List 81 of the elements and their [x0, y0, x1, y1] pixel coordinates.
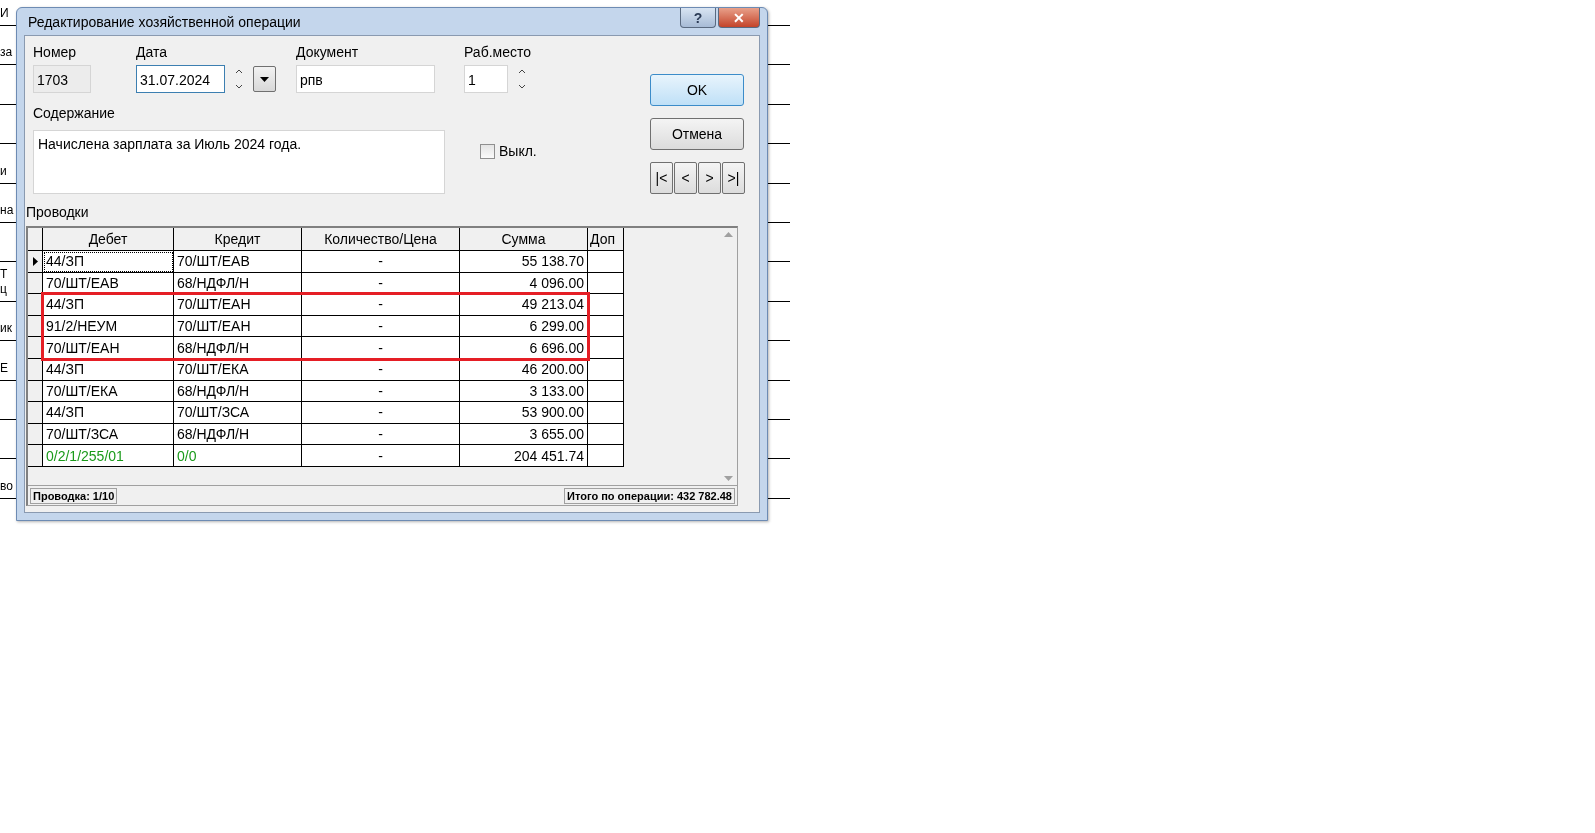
navigation-button[interactable]: |< [650, 162, 673, 194]
table-cell: 44/ЗП [43, 402, 174, 424]
table-cell: - [302, 337, 460, 359]
column-header[interactable]: Доп [588, 228, 624, 251]
navigation-button[interactable]: >| [722, 162, 745, 194]
table-cell: 55 138.70 [460, 251, 588, 273]
document-text: во [0, 478, 13, 494]
table-cell: 70/ШТ/ЗСА [43, 423, 174, 446]
column-header[interactable]: Количество/Цена [302, 228, 460, 251]
window-title: Редактирование хозяйственной операции [27, 13, 301, 30]
document-text: Е [0, 360, 8, 376]
row-indicator[interactable] [28, 423, 43, 446]
table-cell [588, 251, 624, 273]
table-cell: 53 900.00 [460, 402, 588, 424]
row-indicator[interactable] [28, 251, 43, 273]
table-cell: 44/ЗП [43, 251, 174, 273]
row-indicator[interactable] [28, 402, 43, 424]
document-field[interactable]: рпв [296, 65, 435, 93]
table-cell: - [302, 402, 460, 424]
table-cell [588, 380, 624, 403]
table-cell: - [302, 294, 460, 316]
table-cell [588, 294, 624, 316]
table-cell: - [302, 315, 460, 338]
table-cell [588, 445, 624, 467]
row-indicator[interactable] [28, 445, 43, 467]
table-cell: 3 133.00 [460, 380, 588, 403]
workplace-field[interactable]: 1 [464, 65, 508, 93]
content-field[interactable]: Начислена зарплата за Июль 2024 года. [33, 130, 445, 194]
table-cell: 70/ШТ/ЕАН [174, 315, 302, 338]
table-cell [588, 272, 624, 295]
table-cell: 70/ШТ/ЗСА [174, 402, 302, 424]
table-cell: 68/НДФЛ/Н [174, 337, 302, 359]
table-cell: 6 696.00 [460, 337, 588, 359]
navigation-button[interactable]: > [698, 162, 721, 194]
table-cell: - [302, 423, 460, 446]
table-cell: 70/ШТ/ЕАН [43, 337, 174, 359]
date-field[interactable]: 31.07.2024 [136, 65, 225, 93]
column-header[interactable]: Кредит [174, 228, 302, 251]
field-label: Содержание [33, 105, 116, 122]
document-text: ц [0, 281, 7, 297]
table-cell: 70/ШТ/ЕАВ [174, 251, 302, 273]
table-cell: - [302, 251, 460, 273]
caret-icon [260, 76, 269, 82]
help-button[interactable]: ? [680, 8, 716, 28]
table-cell: 68/НДФЛ/Н [174, 423, 302, 446]
table-cell: 70/ШТ/ЕКА [43, 380, 174, 403]
row-indicator[interactable] [28, 380, 43, 403]
field-label: Раб.место [464, 44, 533, 61]
dropdown-button[interactable] [253, 66, 276, 92]
table-cell: 3 655.00 [460, 423, 588, 446]
table-cell: 68/НДФЛ/Н [174, 380, 302, 403]
field-label: Дата [136, 44, 168, 61]
cancel-button[interactable]: Отмена [650, 118, 744, 150]
column-header[interactable]: Сумма [460, 228, 588, 251]
table-cell [588, 337, 624, 359]
table-cell: 6 299.00 [460, 315, 588, 338]
table-cell [588, 423, 624, 446]
table-cell: 70/ШТ/ЕАН [174, 294, 302, 316]
status-text: Итого по операции: 432 782.48 [564, 487, 735, 504]
table-cell: - [302, 445, 460, 467]
off-checkbox[interactable]: Выкл. [480, 109, 537, 194]
document-text: и [0, 163, 7, 179]
document-text: ик [0, 321, 12, 337]
table-cell: 0/0 [174, 445, 302, 467]
table-cell: 0/2/1/255/01 [43, 445, 174, 467]
field-label: Документ [296, 44, 360, 61]
table-cell [588, 402, 624, 424]
document-text: И [0, 6, 9, 21]
table-cell [588, 358, 624, 381]
table-cell: - [302, 380, 460, 403]
ok-button[interactable]: OK [650, 74, 744, 106]
navigation-button[interactable]: < [674, 162, 697, 194]
field-label: Номер [33, 44, 78, 61]
document-text: за [0, 45, 13, 61]
entries-label: Проводки [26, 204, 90, 220]
table-cell: 204 451.74 [460, 445, 588, 467]
document-text: Т [0, 266, 8, 282]
table-cell: 49 213.04 [460, 294, 588, 316]
document-text: на [0, 202, 14, 218]
status-text: Проводка: 1/10 [30, 487, 118, 504]
column-header[interactable]: Дебет [43, 228, 174, 251]
